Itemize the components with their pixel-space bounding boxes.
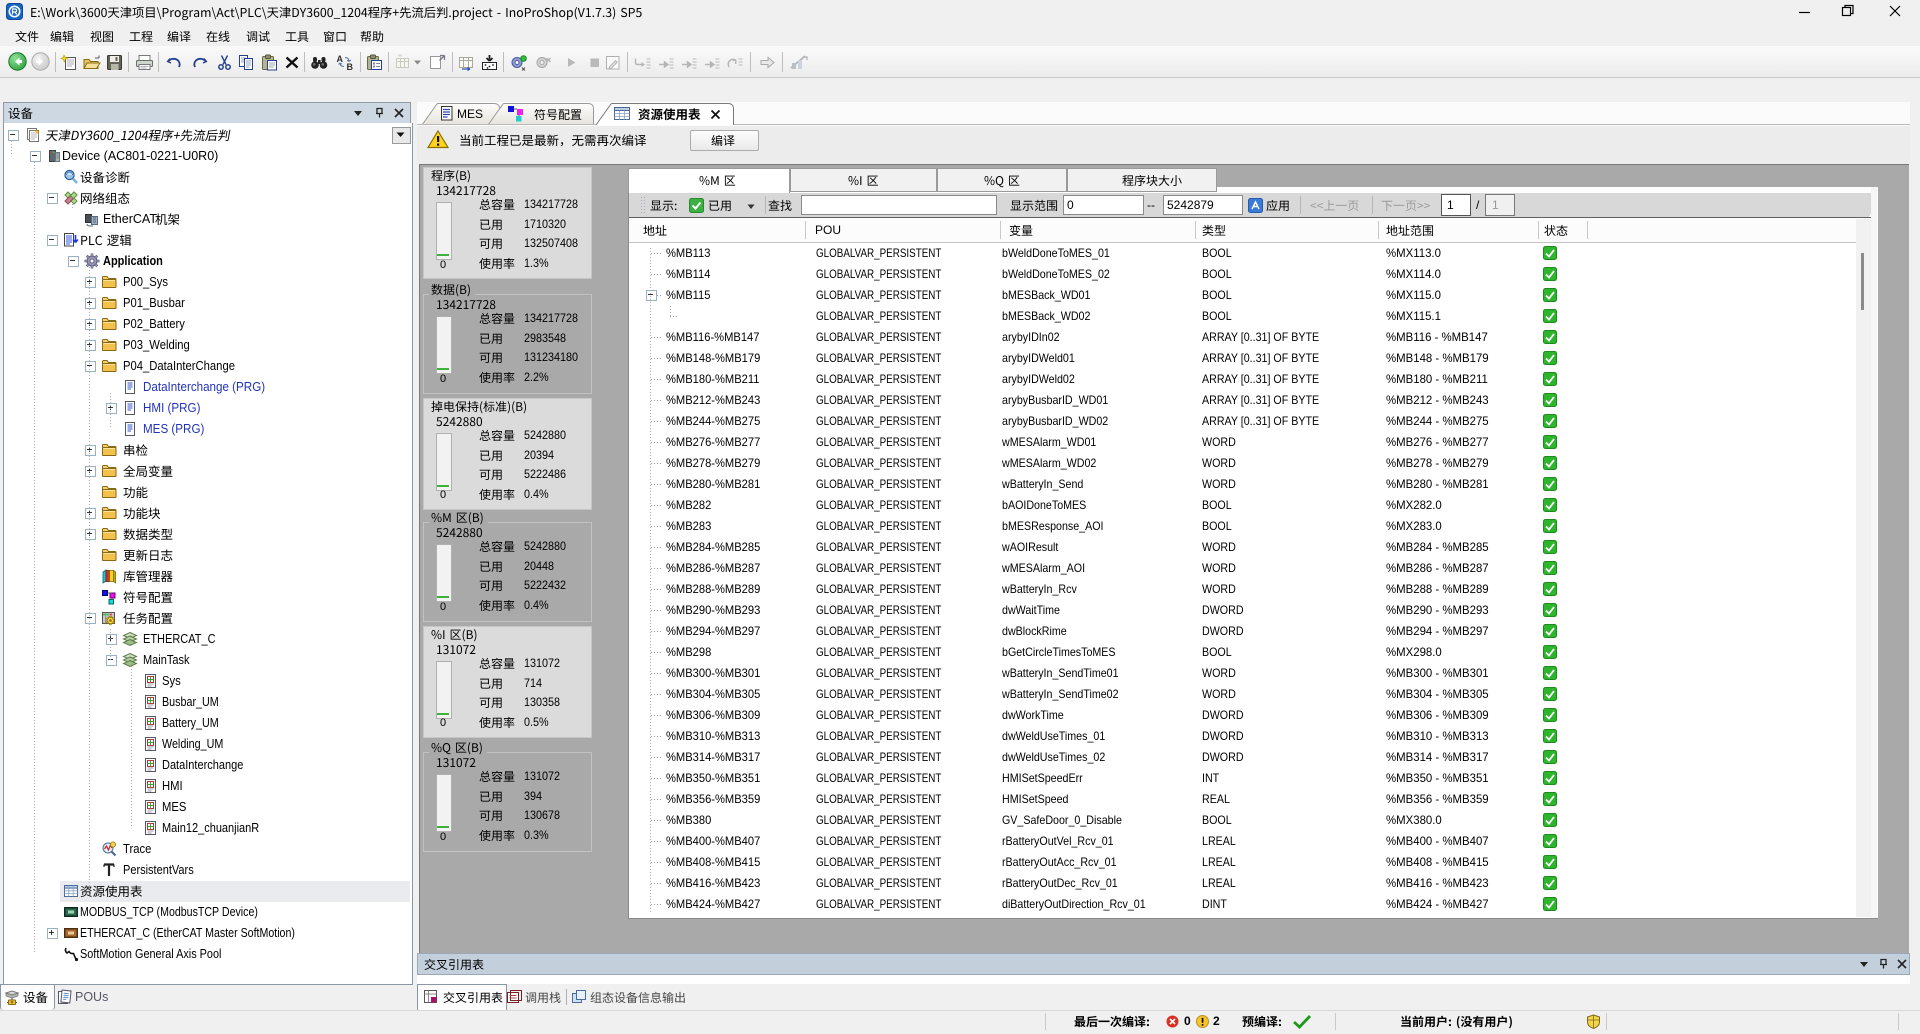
svg-text:A: A	[337, 54, 344, 64]
svg-text:B: B	[347, 62, 354, 71]
